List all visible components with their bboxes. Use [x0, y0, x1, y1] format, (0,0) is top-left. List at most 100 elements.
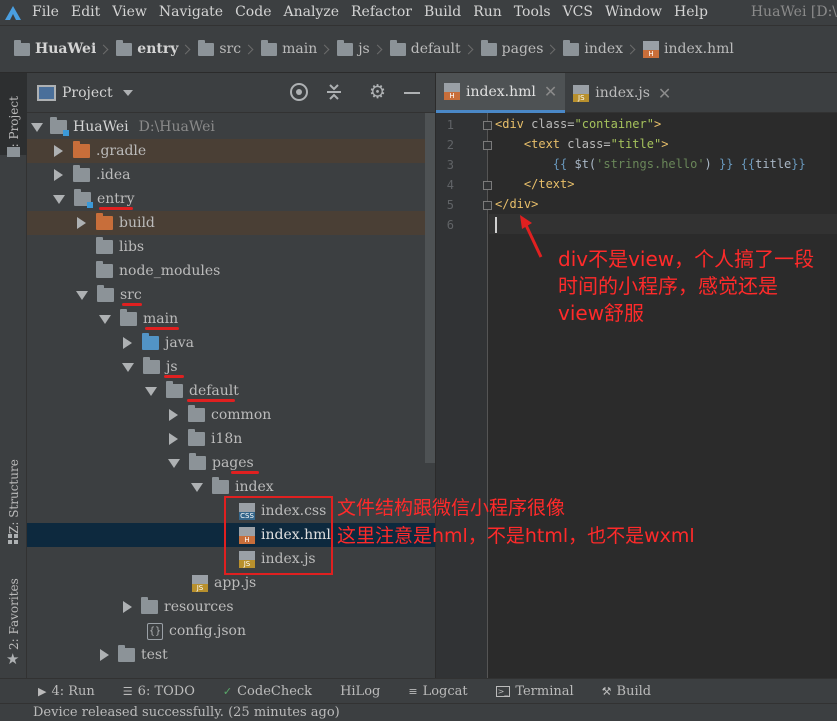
tree-item-idea[interactable]: .idea — [27, 163, 435, 187]
menu-navigate[interactable]: Navigate — [153, 0, 229, 25]
expand-arrow-icon[interactable] — [53, 194, 65, 204]
folder-icon — [188, 405, 205, 422]
list-icon: ☰ — [122, 684, 133, 698]
tab-structure[interactable]: Z: Structure — [0, 458, 27, 534]
fold-marker-icon[interactable] — [483, 181, 492, 190]
folder-icon — [118, 645, 135, 662]
expand-arrow-icon[interactable] — [191, 482, 203, 492]
folder-icon — [14, 39, 30, 56]
tree-item-libs[interactable]: libs — [27, 235, 435, 259]
tree-item-js[interactable]: js — [27, 355, 435, 379]
breadcrumb-item-src[interactable]: src — [198, 26, 241, 72]
tab-favorites[interactable]: 2: Favorites — [0, 578, 27, 650]
folder-icon — [166, 381, 183, 398]
expand-arrow-icon[interactable] — [123, 337, 132, 349]
menu-window[interactable]: Window — [599, 0, 668, 25]
close-icon[interactable]: ✕ — [658, 84, 671, 103]
structure-icon — [8, 534, 19, 544]
resources-folder-icon — [141, 597, 158, 614]
tool-todo[interactable]: ☰ 6: TODO — [123, 684, 195, 699]
expand-arrow-icon[interactable] — [54, 145, 63, 157]
folder-icon — [212, 477, 229, 494]
tree-item-entry[interactable]: entry — [27, 187, 435, 211]
collapse-all-icon[interactable] — [325, 83, 343, 101]
expand-arrow-icon[interactable] — [169, 433, 178, 445]
menu-tools[interactable]: Tools — [508, 0, 557, 25]
tool-build[interactable]: ⚒ Build — [602, 684, 651, 699]
module-folder-icon — [74, 189, 93, 208]
folder-icon — [96, 237, 113, 254]
tool-run[interactable]: ▶ 4: Run — [38, 684, 95, 699]
tab-index-hml[interactable]: index.hml ✕ — [436, 73, 566, 113]
tool-logcat[interactable]: ≡ Logcat — [408, 684, 467, 699]
tree-item-config-json[interactable]: {} config.json — [27, 619, 435, 643]
menu-run[interactable]: Run — [467, 0, 508, 25]
menu-file[interactable]: File — [26, 0, 65, 25]
breadcrumb-item-index-hml[interactable]: index.hml — [643, 26, 734, 72]
menu-build[interactable]: Build — [418, 0, 467, 25]
expand-arrow-icon[interactable] — [169, 409, 178, 421]
breadcrumb-item-default[interactable]: default — [389, 26, 461, 72]
tree-item-gradle[interactable]: .gradle — [27, 139, 435, 163]
expand-arrow-icon[interactable] — [54, 169, 63, 181]
folder-icon — [337, 39, 354, 56]
tab-index-js[interactable]: index.js ✕ — [565, 73, 679, 113]
menu-view[interactable]: View — [106, 0, 153, 25]
tree-item-main[interactable]: main — [27, 307, 435, 331]
close-icon[interactable]: ✕ — [544, 82, 557, 101]
locate-icon[interactable] — [290, 83, 308, 101]
breadcrumb-item-main[interactable]: main — [261, 26, 317, 72]
chevron-right-icon — [372, 44, 383, 54]
menu-edit[interactable]: Edit — [65, 0, 106, 25]
expand-arrow-icon[interactable] — [99, 314, 111, 324]
fold-marker-icon[interactable] — [483, 141, 492, 150]
minimize-icon[interactable] — [404, 92, 420, 94]
breadcrumb-item-index[interactable]: index — [563, 26, 623, 72]
expand-arrow-icon[interactable] — [123, 601, 132, 613]
menu-help[interactable]: Help — [668, 0, 714, 25]
tree-item-build[interactable]: build — [27, 211, 435, 235]
tree-item-test[interactable]: test — [27, 643, 435, 667]
code-editor[interactable]: 1 2 3 4 5 6 <div class="container"> <tex… — [436, 113, 837, 678]
tree-scrollbar[interactable] — [425, 113, 435, 463]
tree-item-i18n[interactable]: i18n — [27, 427, 435, 451]
tree-item-src[interactable]: src — [27, 283, 435, 307]
expand-arrow-icon[interactable] — [76, 290, 88, 300]
menu-bar: File Edit View Navigate Code Analyze Ref… — [0, 0, 837, 25]
folder-icon — [480, 39, 497, 56]
code-line-5: </div> — [495, 197, 539, 211]
fold-marker-icon[interactable] — [483, 201, 492, 210]
menu-vcs[interactable]: VCS — [557, 0, 599, 25]
menu-code[interactable]: Code — [229, 0, 277, 25]
tree-item-common[interactable]: common — [27, 403, 435, 427]
code-line-1: <div class="container"> — [495, 117, 662, 131]
expand-arrow-icon[interactable] — [168, 458, 180, 468]
chevron-right-icon — [545, 44, 556, 54]
tree-item-java[interactable]: java — [27, 331, 435, 355]
breadcrumb-item-js[interactable]: js — [337, 26, 370, 72]
menu-analyze[interactable]: Analyze — [277, 0, 345, 25]
annotation-underline — [99, 207, 133, 210]
line-number: 4 — [446, 178, 454, 192]
tool-hilog[interactable]: HiLog — [340, 684, 380, 699]
tree-item-huawei[interactable]: HuaWei D:\HuaWei — [27, 115, 435, 139]
expand-arrow-icon[interactable] — [145, 386, 157, 396]
folder-icon — [116, 39, 133, 56]
tool-terminal[interactable]: >_ Terminal — [495, 684, 574, 699]
folder-icon — [189, 453, 206, 470]
tab-project[interactable]: 1: Project — [0, 73, 27, 155]
tree-item-node-modules[interactable]: node_modules — [27, 259, 435, 283]
gear-icon[interactable]: ⚙ — [369, 81, 386, 103]
breadcrumb-item-huawei[interactable]: HuaWei — [14, 26, 96, 72]
tool-codecheck[interactable]: ✓ CodeCheck — [223, 684, 312, 699]
expand-arrow-icon[interactable] — [100, 649, 109, 661]
tree-item-resources[interactable]: resources — [27, 595, 435, 619]
expand-arrow-icon[interactable] — [122, 362, 134, 372]
expand-arrow-icon[interactable] — [31, 122, 43, 132]
chevron-down-icon[interactable] — [122, 89, 133, 96]
breadcrumb-item-entry[interactable]: entry — [116, 26, 178, 72]
expand-arrow-icon[interactable] — [77, 217, 86, 229]
menu-refactor[interactable]: Refactor — [345, 0, 418, 25]
breadcrumb-item-pages[interactable]: pages — [480, 26, 543, 72]
fold-marker-icon[interactable] — [483, 121, 492, 130]
